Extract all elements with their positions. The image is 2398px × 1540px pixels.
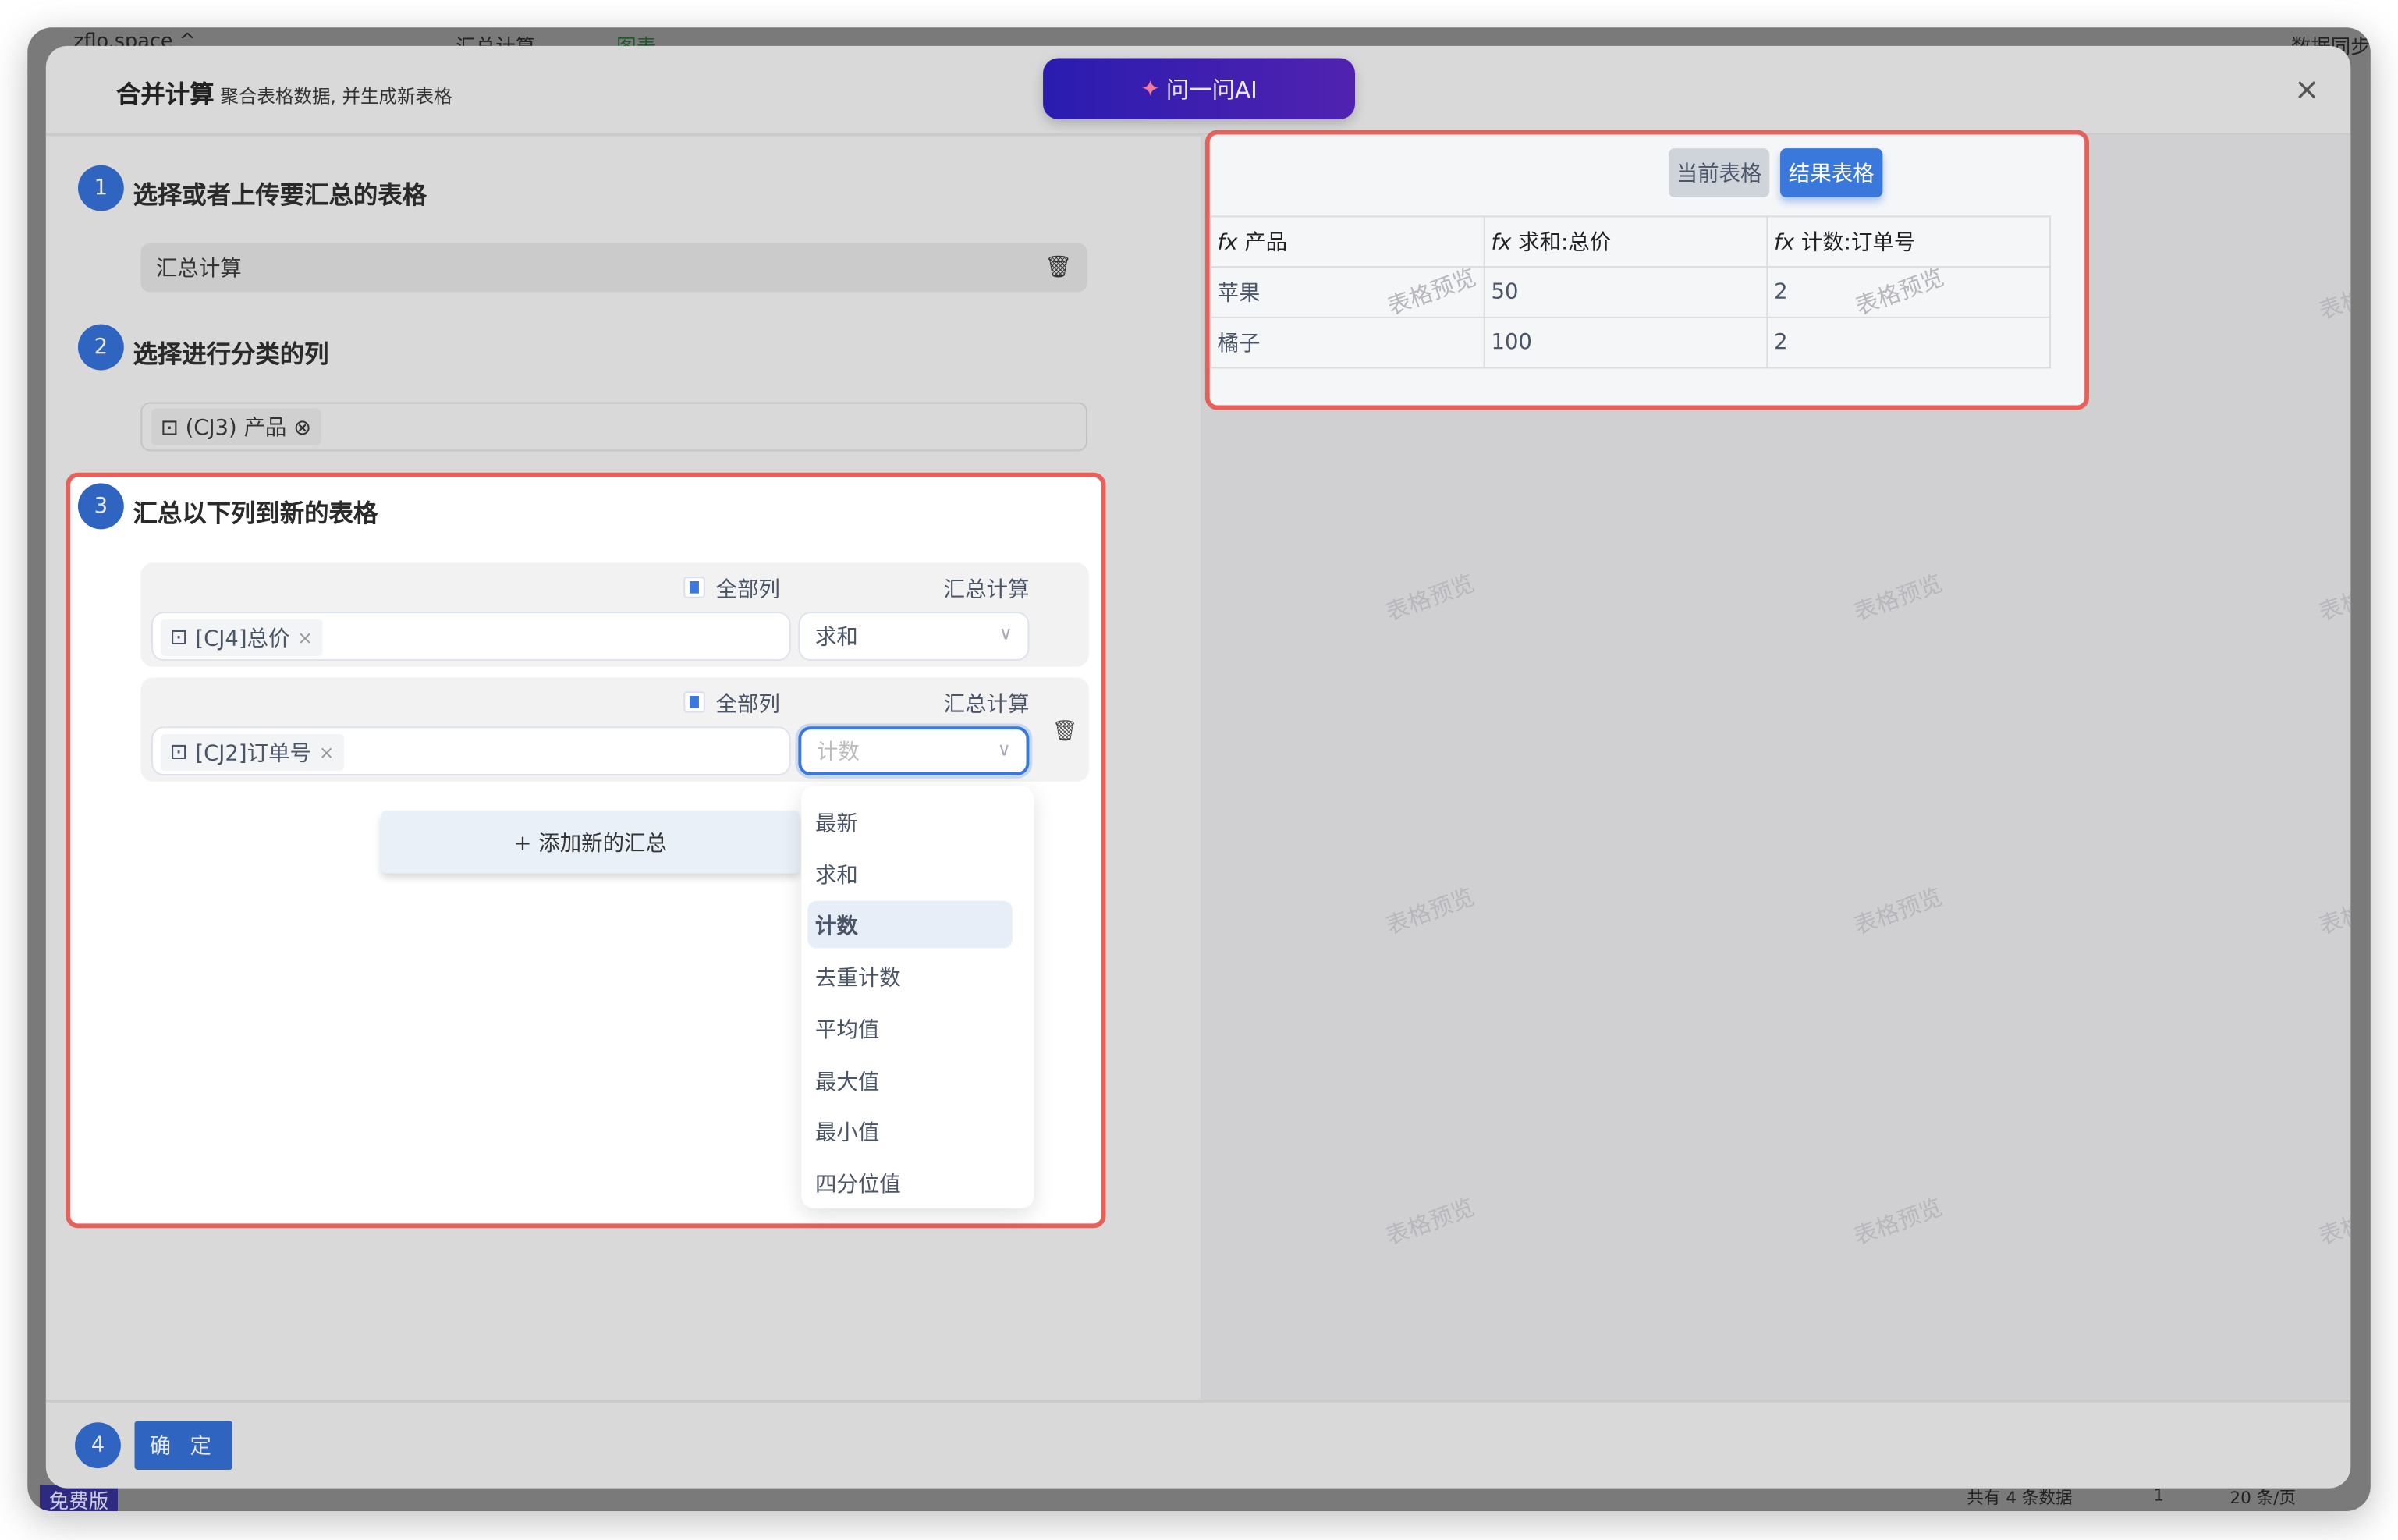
watermark: 表格预览 — [1382, 882, 1478, 941]
step-1-badge: 1 — [77, 165, 124, 211]
record-count: 共有 4 条数据 — [1967, 1488, 2073, 1509]
remove-tag-icon[interactable]: ⊗ — [293, 416, 311, 440]
step-2-badge: 2 — [77, 324, 124, 371]
table-cell: 橘子 — [1209, 316, 1485, 369]
modal-title: 合并计算 聚合表格数据, 并生成新表格 — [116, 73, 452, 110]
dropdown-option-selected[interactable]: 计数 — [807, 900, 1013, 949]
dropdown-option[interactable]: 求和 — [807, 850, 1013, 898]
aggregate-section: 3 汇总以下列到新的表格 全部列 汇总计算 ⊡ [CJ4]总价 × 求和 ∨ 全部列 … — [66, 472, 1106, 1229]
source-table-value: 汇总计算 — [155, 257, 242, 282]
column-input[interactable]: ⊡ [CJ2]订单号 × — [151, 726, 791, 775]
watermark: 表格预览 — [2315, 882, 2351, 941]
dropdown-option[interactable]: 去重计数 — [807, 953, 1013, 1000]
table-cell: 100 — [1483, 316, 1768, 369]
dropdown-option[interactable]: 四分位值 — [807, 1159, 1013, 1207]
page-size: 20 条/页 — [2230, 1488, 2297, 1509]
text-field-icon: ⊡ — [160, 416, 186, 441]
column-tag-label: [CJ2]订单号 — [195, 741, 311, 767]
aggregate-dropdown: 最新 求和 计数 去重计数 平均值 最大值 最小值 四分位值 — [801, 786, 1034, 1208]
step-3-label: 汇总以下列到新的表格 — [133, 499, 378, 528]
column-header: fx 产品 — [1209, 215, 1485, 268]
formula-icon: fx — [1774, 231, 1801, 256]
group-by-column-input[interactable]: ⊡ (CJ3) 产品 ⊗ — [140, 402, 1087, 452]
all-columns-checkbox[interactable] — [683, 691, 705, 713]
dropdown-option[interactable]: 最小值 — [807, 1107, 1013, 1155]
aggregate-label: 汇总计算 — [943, 578, 1030, 603]
merge-calc-modal: 合并计算 聚合表格数据, 并生成新表格 ✦ 问一问AI × 表格预览 表格预览 表格… — [45, 45, 2351, 1489]
chevron-down-icon: ∨ — [997, 738, 1011, 761]
confirm-button[interactable]: 确 定 — [134, 1421, 232, 1471]
column-tag: ⊡ [CJ4]总价 × — [160, 619, 322, 657]
table-header-row: fx 产品 fx 求和:总价 fx 计数:订单号 — [1209, 215, 2052, 268]
remove-tag-icon[interactable]: × — [297, 627, 313, 648]
all-columns-checkbox[interactable] — [683, 577, 705, 598]
modal-header: 合并计算 聚合表格数据, 并生成新表格 ✦ 问一问AI × — [45, 46, 2351, 137]
dropdown-option[interactable]: 平均值 — [807, 1005, 1013, 1052]
watermark: 表格预览 — [2315, 1193, 2351, 1251]
column-input[interactable]: ⊡ [CJ4]总价 × — [151, 612, 791, 661]
all-columns-label: 全部列 — [715, 693, 780, 718]
column-header: fx 计数:订单号 — [1766, 215, 2052, 268]
close-icon[interactable]: × — [2294, 70, 2320, 107]
column-tag-label: [CJ4]总价 — [195, 626, 290, 652]
aggregate-value: 求和 — [814, 625, 858, 651]
ai-label: 问一问AI — [1165, 76, 1258, 104]
footer-divider — [45, 1399, 2351, 1403]
tab-result-table[interactable]: 结果表格 — [1780, 148, 1883, 197]
ask-ai-button[interactable]: ✦ 问一问AI — [1043, 58, 1356, 119]
step-1-label: 选择或者上传要汇总的表格 — [133, 180, 427, 210]
aggregate-select[interactable]: 求和 ∨ — [798, 612, 1030, 661]
aggregate-select-open[interactable]: 计数 ∨ — [798, 726, 1030, 775]
aggregate-group: 全部列 汇总计算 ⊡ [CJ4]总价 × 求和 ∨ — [140, 562, 1089, 667]
step-4-badge: 4 — [75, 1422, 121, 1469]
aggregate-placeholder: 计数 — [816, 740, 860, 765]
table-cell: 50 — [1483, 266, 1768, 318]
group-by-tag: ⊡ (CJ3) 产品 ⊗ — [151, 408, 321, 445]
all-columns-label: 全部列 — [715, 578, 780, 603]
trash-icon[interactable]: 🗑 — [1052, 720, 1077, 743]
aggregate-label: 汇总计算 — [943, 693, 1030, 718]
trash-icon[interactable]: 🗑 — [1045, 255, 1072, 279]
modal-subtitle: 聚合表格数据, 并生成新表格 — [220, 85, 452, 108]
remove-tag-icon[interactable]: × — [319, 742, 335, 763]
formula-icon: fx — [1491, 231, 1519, 256]
source-table-select[interactable]: 汇总计算 🗑 — [140, 243, 1087, 293]
watermark: 表格预览 — [1850, 1193, 1946, 1251]
column-tag: ⊡ [CJ2]订单号 × — [160, 734, 344, 772]
watermark: 表格预览 — [1850, 569, 1946, 627]
step-3-badge: 3 — [77, 483, 124, 530]
column-header: fx 求和:总价 — [1483, 215, 1768, 268]
column-header-label: 求和:总价 — [1518, 231, 1612, 256]
tab-current-table[interactable]: 当前表格 — [1668, 148, 1770, 197]
watermark: 表格预览 — [1382, 1193, 1478, 1251]
chevron-down-icon: ∨ — [999, 622, 1013, 644]
group-by-tag-label: (CJ3) 产品 — [185, 416, 287, 441]
watermark: 表格预览 — [1850, 882, 1946, 941]
preview-table-panel: 当前表格 结果表格 fx 产品 fx 求和:总价 fx 计数:订单号 苹果 50… — [1204, 130, 2090, 410]
text-field-icon: ⊡ — [169, 625, 188, 651]
watermark: 表格预览 — [2315, 569, 2351, 627]
aggregate-group: 全部列 汇总计算 ⊡ [CJ2]订单号 × 计数 ∨ 🗑 — [140, 677, 1089, 782]
plan-badge: 免费版 — [39, 1485, 118, 1511]
table-row: 橘子 100 2 — [1209, 316, 2052, 369]
text-field-icon: ⊡ — [169, 740, 188, 765]
column-header-label: 计数:订单号 — [1800, 231, 1916, 256]
dropdown-option[interactable]: 最新 — [807, 798, 1013, 846]
step-2-label: 选择进行分类的列 — [133, 339, 329, 369]
formula-icon: fx — [1217, 231, 1245, 256]
dropdown-option[interactable]: 最大值 — [807, 1057, 1013, 1105]
watermark: 表格预览 — [1382, 569, 1478, 627]
add-aggregate-button[interactable]: + 添加新的汇总 — [381, 811, 800, 874]
watermark: 表格预览 — [2315, 268, 2351, 325]
title-text: 合并计算 — [115, 79, 215, 109]
sparkle-icon: ✦ — [1140, 75, 1160, 103]
column-header-label: 产品 — [1244, 231, 1288, 256]
table-cell: 2 — [1766, 316, 2052, 369]
